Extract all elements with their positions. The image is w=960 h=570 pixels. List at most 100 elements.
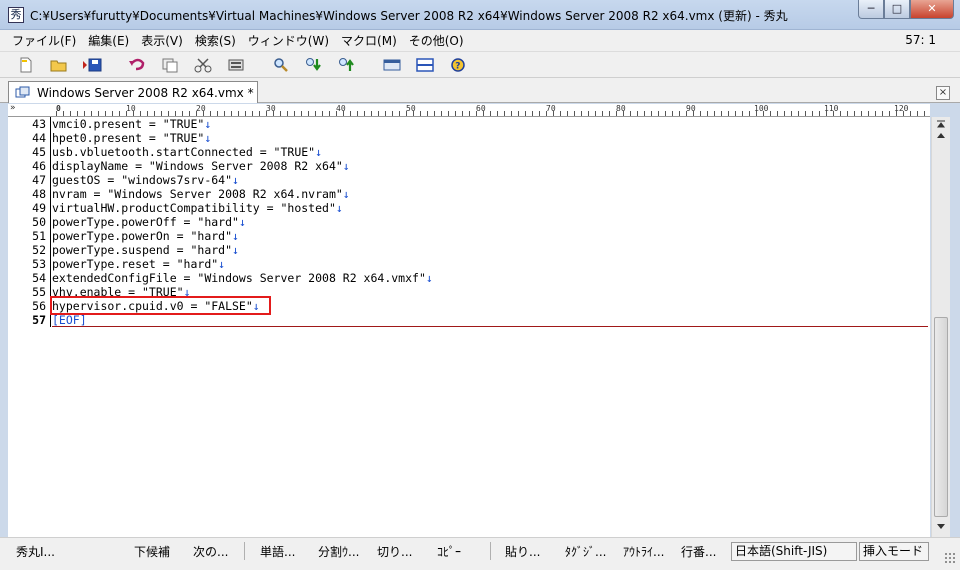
menu-bar: ファイル(F) 編集(E) 表示(V) 検索(S) ウィンドウ(W) マクロ(M… [0, 30, 960, 52]
fkey-2[interactable]: 下候補 [134, 543, 170, 560]
menu-edit[interactable]: 編集(E) [82, 32, 135, 49]
editor-line: 46 displayName = "Windows Server 2008 R2… [8, 159, 928, 173]
help-icon[interactable]: ? [446, 54, 470, 76]
editor-line: 44 hpet0.present = "TRUE"↓ [8, 131, 928, 145]
line-number: 46 [32, 159, 46, 173]
newline-mark: ↓ [238, 215, 246, 229]
scroll-down-icon[interactable] [933, 521, 949, 535]
close-button[interactable]: ✕ [910, 0, 954, 19]
line-number: 48 [32, 187, 46, 201]
fkey-11[interactable]: 行番... [681, 543, 716, 560]
search-down-icon[interactable] [302, 54, 326, 76]
ruler-mark: 20 [196, 104, 206, 113]
newline-mark: ↓ [342, 159, 350, 173]
ruler-mark: 110 [824, 104, 839, 113]
line-number: 54 [32, 271, 46, 285]
title-bar: 秀 C:¥Users¥furutty¥Documents¥Virtual Mac… [0, 0, 960, 30]
line-number: 51 [32, 229, 46, 243]
line-number: 57 [32, 313, 46, 327]
split-window-icon[interactable] [413, 54, 437, 76]
editor-line: 53 powerType.reset = "hard"↓ [8, 257, 928, 271]
scroll-thumb[interactable] [934, 317, 948, 517]
line-number: 52 [32, 243, 46, 257]
text-editor[interactable]: 43 vmci0.present = "TRUE"↓ 44 hpet0.pres… [8, 117, 930, 537]
search-up-icon[interactable] [335, 54, 359, 76]
minimize-button[interactable]: ─ [858, 0, 884, 19]
newline-mark: ↓ [335, 201, 343, 215]
window-controls: ─ □ ✕ [858, 0, 954, 20]
save-icon[interactable] [80, 54, 104, 76]
newline-mark: ↓ [232, 173, 239, 187]
cursor-position: 57: 1 [905, 33, 936, 47]
ruler-mark: 50 [406, 104, 416, 113]
ruler-mark: 40 [336, 104, 346, 113]
newline-mark: ↓ [204, 131, 212, 145]
scroll-up-icon[interactable] [933, 131, 949, 145]
menu-search[interactable]: 検索(S) [189, 32, 242, 49]
fkey-4[interactable]: 単語... [260, 543, 295, 560]
window-title: C:¥Users¥furutty¥Documents¥Virtual Machi… [30, 9, 788, 23]
newline-mark: ↓ [218, 257, 226, 271]
fkey-5[interactable]: 分割ｳ... [318, 543, 359, 560]
editor-line: 47 guestOS = "windows7srv-64"↓ [8, 173, 928, 187]
vertical-scrollbar[interactable] [931, 117, 950, 537]
line-text: displayName = "Windows Server 2008 R2 x6… [52, 159, 343, 173]
newline-mark: ↓ [232, 243, 239, 257]
line-number: 44 [32, 131, 46, 145]
status-bar: 秀丸I... 下候補 次の... 単語... 分割ｳ... 切り... ｺﾋﾟｰ… [0, 537, 960, 570]
fkey-3[interactable]: 次の... [193, 543, 228, 560]
ruler-mark: 80 [616, 104, 626, 113]
ruler-ticks [56, 111, 930, 116]
line-text: powerType.powerOff = "hard" [52, 215, 239, 229]
newline-mark: ↓ [342, 187, 350, 201]
fkey-1[interactable]: 秀丸I... [16, 543, 55, 560]
ruler-mark: 70 [546, 104, 556, 113]
window-icon[interactable] [380, 54, 404, 76]
open-folder-icon[interactable] [47, 54, 71, 76]
cut-icon[interactable] [191, 54, 215, 76]
fkey-9[interactable]: ﾀｸﾞｼﾞ... [565, 543, 606, 560]
undo-icon[interactable] [125, 54, 149, 76]
input-mode-status[interactable]: 挿入モード [859, 542, 929, 561]
resize-grip-icon[interactable] [944, 552, 956, 564]
line-number: 49 [32, 201, 46, 215]
ruler-mark: 120 [894, 104, 909, 113]
editor-line: 45 usb.vbluetooth.startConnected = "TRUE… [8, 145, 928, 159]
line-number: 50 [32, 215, 46, 229]
line-text: nvram = "Windows Server 2008 R2 x64.nvra… [52, 187, 343, 201]
menu-window[interactable]: ウィンドウ(W) [242, 32, 335, 49]
fkey-6[interactable]: 切り... [377, 543, 412, 560]
editor-line: 43 vmci0.present = "TRUE"↓ [8, 117, 928, 131]
line-text: guestOS = "windows7srv-64" [52, 173, 233, 187]
toolbar: ? [0, 52, 960, 78]
search-icon[interactable] [269, 54, 293, 76]
fkey-8[interactable]: 貼り... [505, 543, 540, 560]
maximize-button[interactable]: □ [884, 0, 910, 19]
tab-label: Windows Server 2008 R2 x64.vmx * [37, 85, 254, 100]
encoding-status[interactable]: 日本語(Shift-JIS) [731, 542, 857, 561]
tab-strip: Windows Server 2008 R2 x64.vmx * × [0, 78, 960, 103]
line-number: 45 [32, 145, 46, 159]
scroll-top-icon[interactable] [933, 117, 949, 131]
tab-document[interactable]: Windows Server 2008 R2 x64.vmx * [8, 81, 258, 103]
editor-line: 50 powerType.powerOff = "hard"↓ [8, 215, 928, 229]
menu-macro[interactable]: マクロ(M) [335, 32, 403, 49]
copy-icon[interactable] [158, 54, 182, 76]
ruler-mark: 90 [686, 104, 696, 113]
editor-line: 54 extendedConfigFile = "Windows Server … [8, 271, 928, 285]
line-text: hpet0.present = "TRUE" [52, 131, 205, 145]
document-window-icon [15, 86, 31, 100]
menu-view[interactable]: 表示(V) [135, 32, 189, 49]
highlight-annotation-box [50, 296, 271, 315]
fkey-10[interactable]: ｱｳﾄﾗｲ... [623, 543, 664, 560]
menu-other[interactable]: その他(O) [403, 32, 470, 49]
eof-marker: [EOF] [52, 313, 87, 327]
new-file-icon[interactable] [14, 54, 38, 76]
menu-file[interactable]: ファイル(F) [6, 32, 82, 49]
fkey-7[interactable]: ｺﾋﾟｰ [437, 543, 461, 560]
hidemaru-app-icon[interactable]: 秀 [8, 7, 24, 23]
tab-close-button[interactable]: × [936, 86, 950, 100]
newline-mark: ↓ [425, 271, 433, 285]
paste-icon[interactable] [224, 54, 248, 76]
ruler-prefix: » [10, 104, 16, 113]
